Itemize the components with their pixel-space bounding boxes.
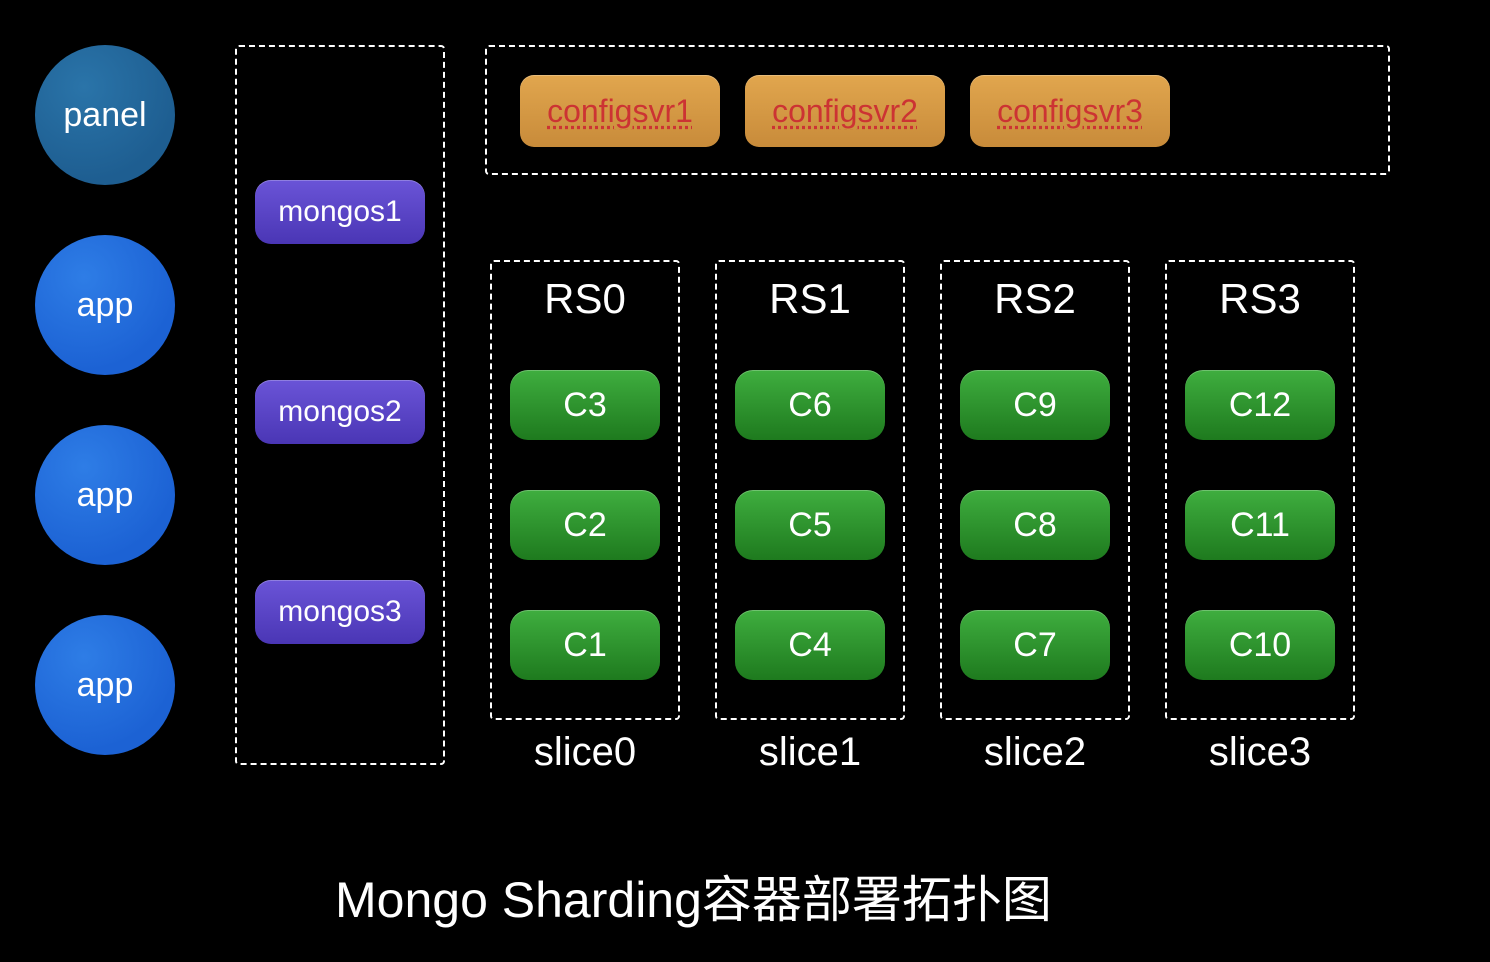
rs2-node-c8: C8 [960,490,1110,560]
rs0-title: RS0 [495,275,675,323]
rs3-node-c10: C10 [1185,610,1335,680]
client-app-1: app [35,235,175,375]
client-app-3: app [35,615,175,755]
client-app-2: app [35,425,175,565]
rs0-slice-label: slice0 [495,730,675,775]
configsvr-2: configsvr2 [745,75,945,147]
rs3-title: RS3 [1170,275,1350,323]
rs0-node-c3: C3 [510,370,660,440]
rs1-node-c6: C6 [735,370,885,440]
rs2-slice-label: slice2 [945,730,1125,775]
rs0-node-c2: C2 [510,490,660,560]
rs1-node-c4: C4 [735,610,885,680]
mongos-3: mongos3 [255,580,425,644]
mongos-2: mongos2 [255,380,425,444]
rs2-title: RS2 [945,275,1125,323]
rs3-node-c11: C11 [1185,490,1335,560]
mongos-1: mongos1 [255,180,425,244]
rs2-node-c7: C7 [960,610,1110,680]
configsvr-1: configsvr1 [520,75,720,147]
configsvr-3: configsvr3 [970,75,1170,147]
client-panel: panel [35,45,175,185]
rs3-node-c12: C12 [1185,370,1335,440]
diagram-title: Mongo Sharding容器部署拓扑图 [335,860,1052,932]
rs1-slice-label: slice1 [720,730,900,775]
rs1-title: RS1 [720,275,900,323]
rs2-node-c9: C9 [960,370,1110,440]
rs0-node-c1: C1 [510,610,660,680]
rs1-node-c5: C5 [735,490,885,560]
rs3-slice-label: slice3 [1170,730,1350,775]
